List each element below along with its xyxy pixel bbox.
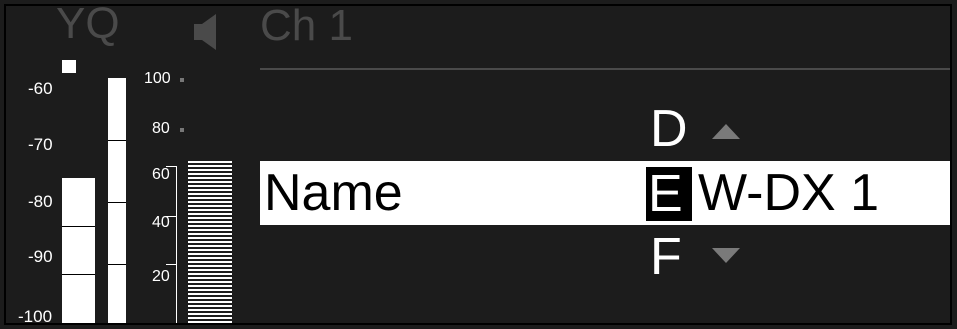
af-level-segment [188,281,232,283]
af-axis-tick [166,216,176,217]
af-level-segment [188,305,232,307]
af-level-segment [188,229,232,231]
rf-peak-marker [62,60,76,73]
speaker-icon [194,14,216,50]
rf-scale-label: -60 [28,79,53,98]
af-level-segment [188,265,232,267]
af-level-segment [188,201,232,203]
af-scale-tick [180,78,184,82]
af-level-segment [188,173,232,175]
af-axis-tick [166,166,176,167]
af-scale-tick [180,128,184,132]
meter-gridline [108,202,126,203]
af-level-segment [188,293,232,295]
name-setting-row[interactable]: Name E W-DX 1 [260,161,950,225]
rf-scale-label: -90 [28,247,53,266]
af-level-segment [188,289,232,291]
af-level-segment [188,285,232,287]
af-scale-label: 80 [152,120,170,137]
af-axis-tick [166,264,176,265]
af-scale-label: 100 [144,70,171,87]
rf-level-bar [62,178,95,323]
af-level-segment [188,237,232,239]
af-level-segment [188,273,232,275]
af-level-segment [188,297,232,299]
channel-label: Ch 1 [260,4,353,50]
af-axis [176,166,177,323]
af-level-segment [188,313,232,315]
af-level-segment [188,269,232,271]
af-level-segment [188,197,232,199]
af-level-segment [188,225,232,227]
af-level-segment [188,253,232,255]
af-level-segment [188,209,232,211]
af-level-segment [188,321,232,323]
af-level-segment [188,233,232,235]
af-scale-label: 60 [152,166,170,183]
meter-gridline [62,274,95,275]
rf-scale-label: -100 [18,307,53,325]
char-next: F [650,228,682,286]
af-level-segment [188,205,232,207]
af-level-bar [188,161,232,323]
af-level-segment [188,221,232,223]
char-prev: D [650,100,688,158]
af-scale-label: 20 [152,268,170,285]
af-level-segment [188,217,232,219]
antenna-icon: ΥQ [56,4,120,48]
af-level-segment [188,277,232,279]
rf-scale-label: -70 [28,135,53,154]
af-level-segment [188,317,232,319]
char-current: E [648,165,683,223]
af-level-segment [188,249,232,251]
af-level-segment [188,185,232,187]
af-level-segment [188,261,232,263]
af-level-segment [188,169,232,171]
af-level-segment [188,257,232,259]
af-level-segment [188,309,232,311]
meter-gridline [108,264,126,265]
af-level-segment [188,181,232,183]
af-level-segment [188,245,232,247]
meter-gridline [62,226,95,227]
name-value: W-DX 1 [698,164,880,222]
field-label: Name [264,164,403,222]
af-level-segment [188,301,232,303]
af-level-segment [188,161,232,163]
edit-cursor[interactable]: E [646,165,692,223]
header-divider [260,68,950,70]
af-level-segment [188,177,232,179]
af-level-segment [188,241,232,243]
af-level-segment [188,165,232,167]
af-level-segment [188,213,232,215]
af-level-segment [188,189,232,191]
af-level-segment [188,193,232,195]
scroll-down-arrow-icon[interactable] [712,248,740,263]
scroll-up-arrow-icon[interactable] [712,124,740,139]
receiver-display: ΥQ Ch 1 -60 -70 -80 -90 -100 100 80 60 4… [4,4,952,325]
meter-gridline [108,140,126,141]
rf-scale-label: -80 [28,192,53,211]
